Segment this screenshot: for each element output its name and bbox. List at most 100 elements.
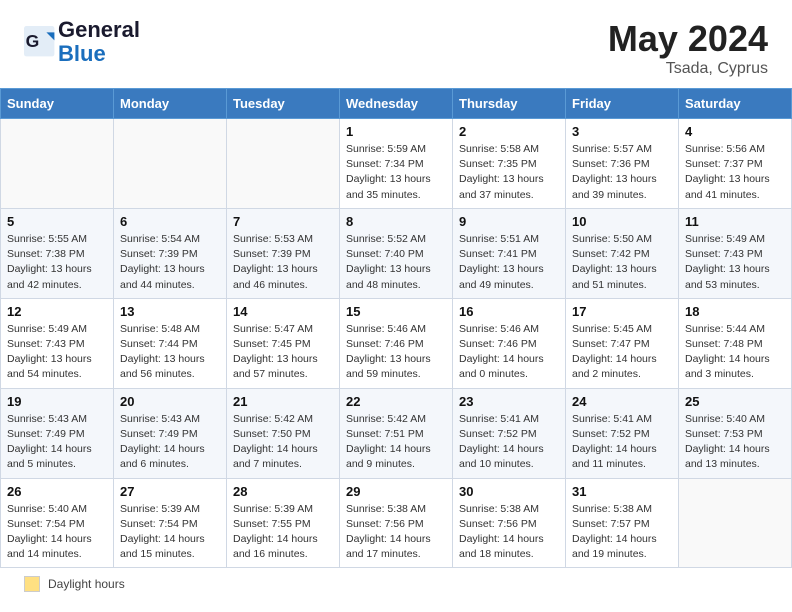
calendar-cell (114, 119, 227, 209)
day-detail: Sunrise: 5:49 AMSunset: 7:43 PMDaylight:… (685, 232, 785, 293)
day-detail: Sunrise: 5:48 AMSunset: 7:44 PMDaylight:… (120, 322, 220, 383)
calendar-cell: 6Sunrise: 5:54 AMSunset: 7:39 PMDaylight… (114, 208, 227, 298)
calendar-cell: 28 Sunrise: 5:39 AMSunset: 7:55 PMDayligh… (227, 478, 340, 568)
calendar-cell: 17 Sunrise: 5:45 AMSunset: 7:47 PMDayligh… (566, 298, 679, 388)
day-number: 20 (120, 394, 220, 409)
day-detail: Sunrise: 5:44 AMSunset: 7:48 PMDaylight:… (685, 322, 785, 383)
day-number: 12 (7, 304, 107, 319)
calendar-cell: 1Sunrise: 5:59 AMSunset: 7:34 PMDaylight… (340, 119, 453, 209)
day-detail: Sunrise: 5:38 AMSunset: 7:57 PMDaylight:… (572, 502, 672, 563)
day-detail: Sunrise: 5:45 AMSunset: 7:47 PMDaylight:… (572, 322, 672, 383)
calendar-cell: 30 Sunrise: 5:38 AMSunset: 7:56 PMDayligh… (453, 478, 566, 568)
calendar-cell (679, 478, 792, 568)
day-number: 18 (685, 304, 785, 319)
day-detail: Sunrise: 5:56 AMSunset: 7:37 PMDaylight:… (685, 142, 785, 203)
calendar-cell: 11 Sunrise: 5:49 AMSunset: 7:43 PMDayligh… (679, 208, 792, 298)
day-detail: Sunrise: 5:55 AMSunset: 7:38 PMDaylight:… (7, 232, 107, 293)
logo-icon: G (24, 26, 56, 58)
calendar-cell: 22 Sunrise: 5:42 AMSunset: 7:51 PMDayligh… (340, 388, 453, 478)
legend: Daylight hours (0, 568, 792, 600)
day-number: 30 (459, 484, 559, 499)
weekday-header: Saturday (679, 89, 792, 119)
day-detail: Sunrise: 5:47 AMSunset: 7:45 PMDaylight:… (233, 322, 333, 383)
location: Tsada, Cyprus (608, 60, 768, 78)
calendar-cell: 15 Sunrise: 5:46 AMSunset: 7:46 PMDayligh… (340, 298, 453, 388)
page-header: G GeneralBlue May 2024 Tsada, Cyprus (0, 0, 792, 88)
day-detail: Sunrise: 5:40 AMSunset: 7:53 PMDaylight:… (685, 412, 785, 473)
calendar-cell: 31 Sunrise: 5:38 AMSunset: 7:57 PMDayligh… (566, 478, 679, 568)
day-detail: Sunrise: 5:49 AMSunset: 7:43 PMDaylight:… (7, 322, 107, 383)
calendar-cell: 13 Sunrise: 5:48 AMSunset: 7:44 PMDayligh… (114, 298, 227, 388)
calendar-cell: 9Sunrise: 5:51 AMSunset: 7:41 PMDaylight… (453, 208, 566, 298)
day-number: 22 (346, 394, 446, 409)
day-detail: Sunrise: 5:39 AMSunset: 7:55 PMDaylight:… (233, 502, 333, 563)
calendar-cell (227, 119, 340, 209)
day-number: 7 (233, 214, 333, 229)
calendar-cell: 26 Sunrise: 5:40 AMSunset: 7:54 PMDayligh… (1, 478, 114, 568)
calendar-cell: 3 Sunrise: 5:57 AMSunset: 7:36 PMDaylight… (566, 119, 679, 209)
legend-label: Daylight hours (48, 577, 125, 591)
calendar-cell: 21 Sunrise: 5:42 AMSunset: 7:50 PMDayligh… (227, 388, 340, 478)
calendar-cell: 19 Sunrise: 5:43 AMSunset: 7:49 PMDayligh… (1, 388, 114, 478)
day-number: 9 (459, 214, 559, 229)
svg-text:G: G (26, 31, 40, 51)
day-number: 28 (233, 484, 333, 499)
day-number: 2 (459, 124, 559, 139)
calendar-cell: 10Sunrise: 5:50 AMSunset: 7:42 PMDayligh… (566, 208, 679, 298)
weekday-header: Sunday (1, 89, 114, 119)
calendar-cell: 5Sunrise: 5:55 AMSunset: 7:38 PMDaylight… (1, 208, 114, 298)
weekday-header: Wednesday (340, 89, 453, 119)
day-detail: Sunrise: 5:42 AMSunset: 7:51 PMDaylight:… (346, 412, 446, 473)
day-number: 17 (572, 304, 672, 319)
day-detail: Sunrise: 5:41 AMSunset: 7:52 PMDaylight:… (459, 412, 559, 473)
calendar-cell: 2 Sunrise: 5:58 AMSunset: 7:35 PMDaylight… (453, 119, 566, 209)
day-detail: Sunrise: 5:53 AMSunset: 7:39 PMDaylight:… (233, 232, 333, 293)
day-detail: Sunrise: 5:43 AMSunset: 7:49 PMDaylight:… (120, 412, 220, 473)
day-number: 25 (685, 394, 785, 409)
day-number: 4 (685, 124, 785, 139)
calendar-cell (1, 119, 114, 209)
weekday-header: Tuesday (227, 89, 340, 119)
day-number: 29 (346, 484, 446, 499)
day-detail: Sunrise: 5:54 AMSunset: 7:39 PMDaylight:… (120, 232, 220, 293)
calendar-cell: 14Sunrise: 5:47 AMSunset: 7:45 PMDayligh… (227, 298, 340, 388)
calendar-cell: 7 Sunrise: 5:53 AMSunset: 7:39 PMDaylight… (227, 208, 340, 298)
day-number: 13 (120, 304, 220, 319)
logo: G GeneralBlue (24, 18, 140, 66)
day-detail: Sunrise: 5:46 AMSunset: 7:46 PMDaylight:… (346, 322, 446, 383)
day-number: 21 (233, 394, 333, 409)
day-number: 27 (120, 484, 220, 499)
calendar-cell: 27 Sunrise: 5:39 AMSunset: 7:54 PMDayligh… (114, 478, 227, 568)
day-detail: Sunrise: 5:43 AMSunset: 7:49 PMDaylight:… (7, 412, 107, 473)
day-detail: Sunrise: 5:52 AMSunset: 7:40 PMDaylight:… (346, 232, 446, 293)
month-title: May 2024 (608, 18, 768, 60)
calendar-cell: 8 Sunrise: 5:52 AMSunset: 7:40 PMDaylight… (340, 208, 453, 298)
day-number: 19 (7, 394, 107, 409)
day-detail: Sunrise: 5:39 AMSunset: 7:54 PMDaylight:… (120, 502, 220, 563)
day-detail: Sunrise: 5:57 AMSunset: 7:36 PMDaylight:… (572, 142, 672, 203)
day-number: 11 (685, 214, 785, 229)
day-number: 23 (459, 394, 559, 409)
legend-box (24, 576, 40, 592)
calendar-cell: 23 Sunrise: 5:41 AMSunset: 7:52 PMDayligh… (453, 388, 566, 478)
day-detail: Sunrise: 5:58 AMSunset: 7:35 PMDaylight:… (459, 142, 559, 203)
calendar-cell: 24Sunrise: 5:41 AMSunset: 7:52 PMDayligh… (566, 388, 679, 478)
day-detail: Sunrise: 5:42 AMSunset: 7:50 PMDaylight:… (233, 412, 333, 473)
day-number: 31 (572, 484, 672, 499)
calendar-cell: 4 Sunrise: 5:56 AMSunset: 7:37 PMDaylight… (679, 119, 792, 209)
day-number: 24 (572, 394, 672, 409)
day-detail: Sunrise: 5:59 AMSunset: 7:34 PMDaylight:… (346, 142, 446, 203)
day-detail: Sunrise: 5:46 AMSunset: 7:46 PMDaylight:… (459, 322, 559, 383)
calendar-cell: 16Sunrise: 5:46 AMSunset: 7:46 PMDayligh… (453, 298, 566, 388)
day-number: 26 (7, 484, 107, 499)
day-number: 8 (346, 214, 446, 229)
day-detail: Sunrise: 5:40 AMSunset: 7:54 PMDaylight:… (7, 502, 107, 563)
day-number: 15 (346, 304, 446, 319)
weekday-header: Monday (114, 89, 227, 119)
calendar-table: SundayMondayTuesdayWednesdayThursdayFrid… (0, 88, 792, 568)
calendar-cell: 29Sunrise: 5:38 AMSunset: 7:56 PMDayligh… (340, 478, 453, 568)
calendar-cell: 25 Sunrise: 5:40 AMSunset: 7:53 PMDayligh… (679, 388, 792, 478)
logo-text: GeneralBlue (58, 18, 140, 66)
day-detail: Sunrise: 5:38 AMSunset: 7:56 PMDaylight:… (459, 502, 559, 563)
day-number: 3 (572, 124, 672, 139)
